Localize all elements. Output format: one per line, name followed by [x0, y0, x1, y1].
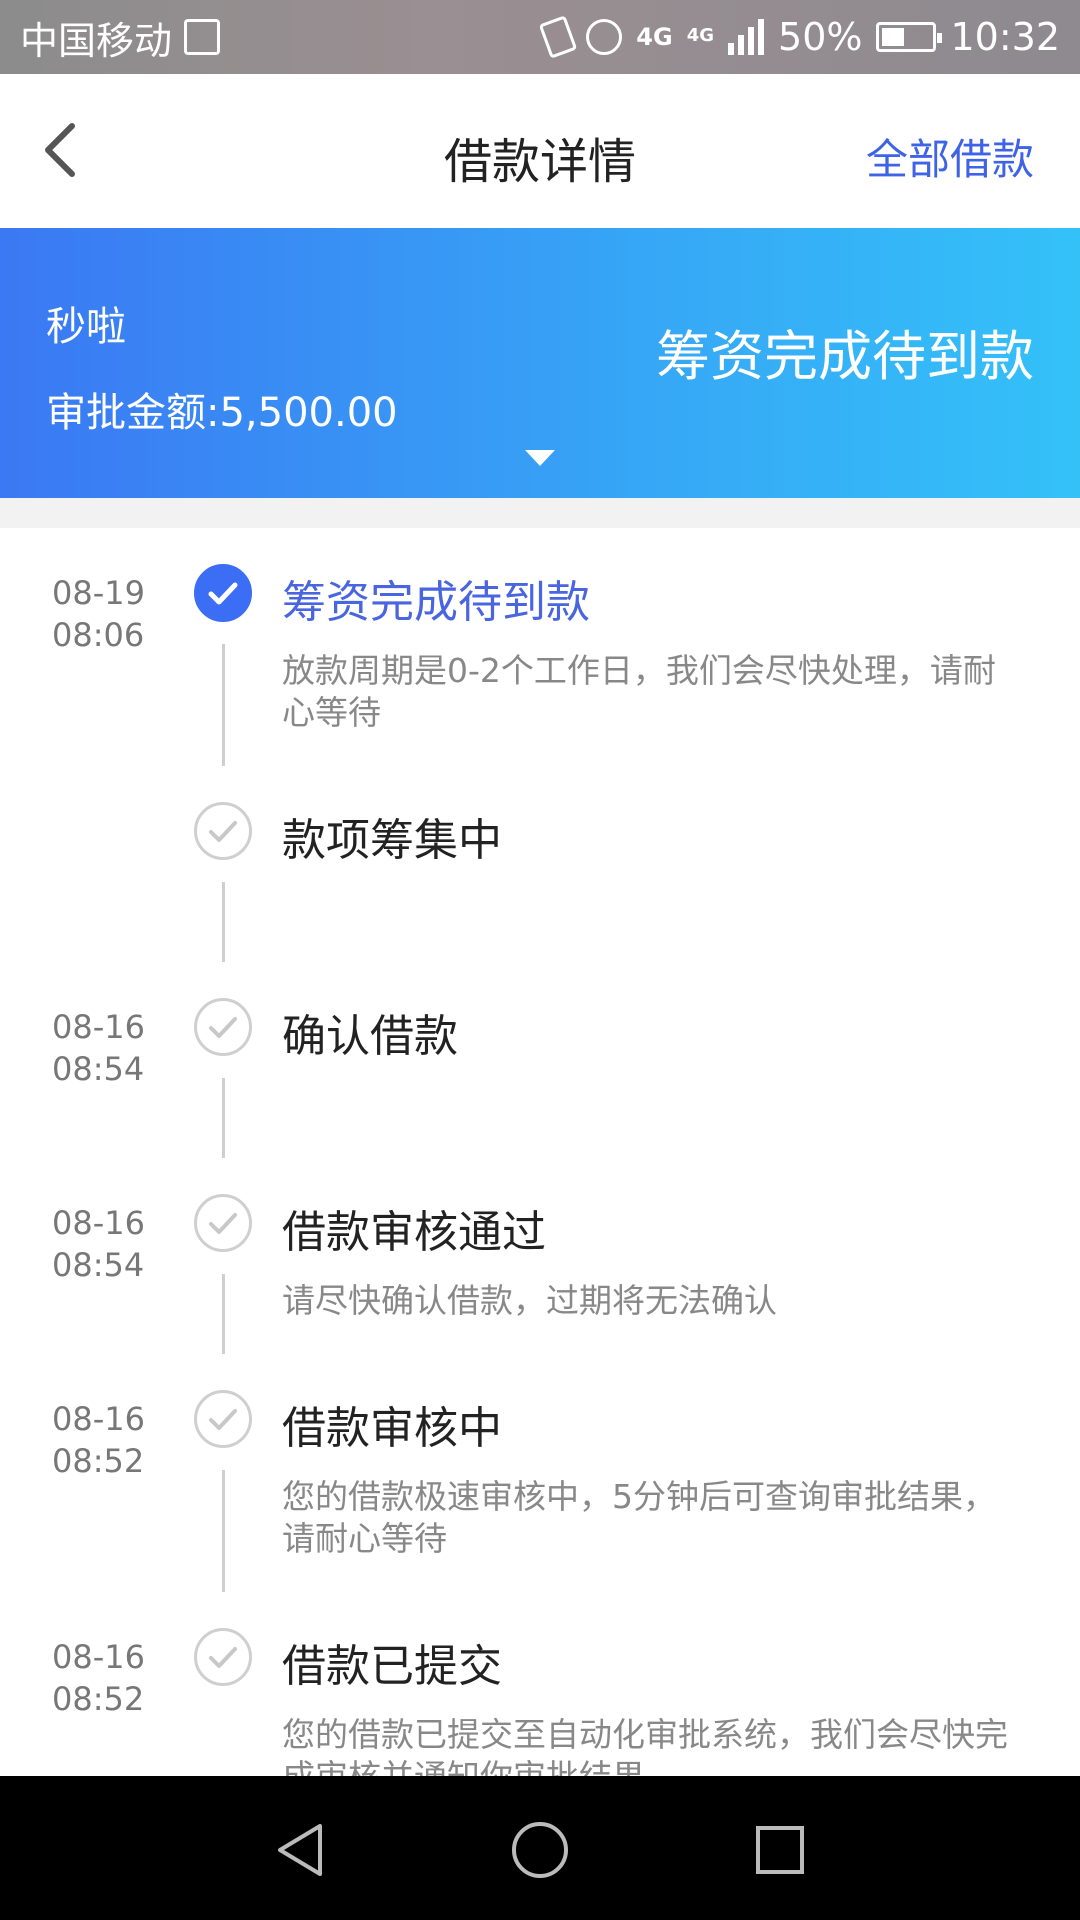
timeline-date: 08-16 [52, 1638, 145, 1676]
timeline-title: 筹资完成待到款 [282, 577, 590, 628]
timeline-time: 08:54 [52, 1246, 145, 1284]
timeline-title: 借款审核中 [282, 1403, 502, 1454]
timeline-datetime: 08-19 08:06 [52, 572, 145, 656]
timeline-title: 确认借款 [282, 1011, 458, 1062]
timeline-time: 08:06 [52, 616, 145, 654]
network-4g-label-2: 4G [686, 25, 715, 46]
check-circle-icon [194, 998, 252, 1056]
check-circle-icon [194, 1390, 252, 1448]
check-circle-icon [194, 564, 252, 622]
triangle-back-icon [278, 1824, 322, 1876]
nav-header: 借款详情 全部借款 [0, 74, 1080, 228]
timeline-datetime: 08-16 08:52 [52, 1636, 145, 1720]
system-nav-bar [0, 1776, 1080, 1920]
timeline-date: 08-19 [52, 574, 145, 612]
timeline-connector [222, 1470, 225, 1592]
status-icons: 4G 4G 50% 10:32 [538, 15, 1060, 59]
square-recents-icon [756, 1826, 804, 1874]
timeline-desc: 放款周期是0-2个工作日，我们会尽快处理，请耐心等待 [282, 651, 996, 732]
loan-summary-banner: 秒啦 审批金额:5,500.00 筹资完成待到款 [0, 228, 1080, 498]
progress-timeline: 08-19 08:06 筹资完成待到款 放款周期是0-2个工作日，我们会尽快处理… [0, 528, 1080, 1776]
timeline-datetime: 08-16 08:52 [52, 1398, 145, 1482]
carrier-name: 中国移动 [20, 18, 173, 63]
timeline-desc: 请尽快确认借款，过期将无法确认 [282, 1281, 777, 1320]
timeline-connector [222, 882, 225, 962]
battery-percent: 50% [778, 15, 863, 59]
status-bar: 中国移动 4G 4G 50% 10:32 [0, 0, 1080, 74]
nav-home-button[interactable] [510, 1820, 570, 1880]
nav-back-button[interactable] [270, 1820, 330, 1880]
clock: 10:32 [950, 15, 1060, 59]
timeline-datetime: 08-16 08:54 [52, 1202, 145, 1286]
timeline-desc: 您的借款已提交至自动化审批系统，我们会尽快完成审核并通知你审批结果 [282, 1715, 1008, 1776]
timeline-connector [222, 1078, 225, 1158]
expand-caret-icon[interactable] [525, 450, 555, 466]
check-circle-icon [194, 1194, 252, 1252]
timeline-date: 08-16 [52, 1400, 145, 1438]
timeline-connector [222, 1274, 225, 1354]
timeline-date: 08-16 [52, 1204, 145, 1242]
alarm-icon [586, 19, 623, 55]
timeline-title: 款项筹集中 [282, 815, 502, 866]
timeline-title: 借款审核通过 [282, 1207, 546, 1258]
vibrate-icon [538, 15, 578, 59]
loan-status: 筹资完成待到款 [656, 325, 1034, 388]
timeline-time: 08:52 [52, 1680, 145, 1718]
all-loans-link[interactable]: 全部借款 [866, 126, 1034, 187]
network-4g-label: 4G [636, 23, 673, 51]
battery-icon [876, 22, 943, 52]
check-circle-icon [194, 1628, 252, 1686]
check-circle-icon [194, 802, 252, 860]
circle-home-icon [512, 1822, 568, 1878]
timeline-desc: 您的借款极速审核中，5分钟后可查询审批结果，请耐心等待 [282, 1477, 996, 1558]
image-icon [184, 19, 221, 55]
timeline-datetime: 08-16 08:54 [52, 1006, 145, 1090]
signal-icon [728, 19, 765, 55]
carrier-group: 中国移动 [20, 10, 221, 65]
approved-amount: 审批金额:5,500.00 [46, 390, 398, 436]
timeline-time: 08:52 [52, 1442, 145, 1480]
timeline-title: 借款已提交 [282, 1641, 502, 1692]
nav-recents-button[interactable] [750, 1820, 810, 1880]
timeline-date: 08-16 [52, 1008, 145, 1046]
timeline-time: 08:54 [52, 1050, 145, 1088]
product-name: 秒啦 [46, 304, 126, 350]
timeline-connector [222, 644, 225, 766]
